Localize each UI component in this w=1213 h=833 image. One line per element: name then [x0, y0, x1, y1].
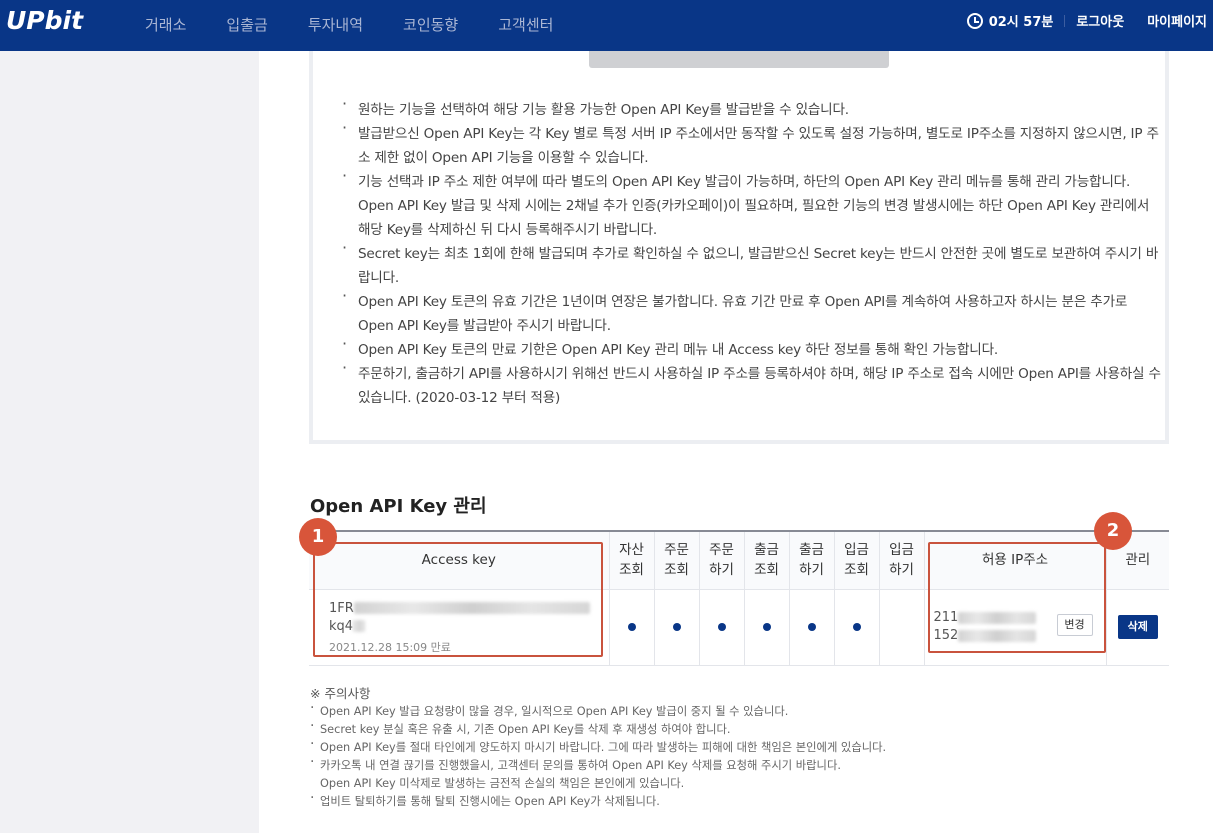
col-withdraw-view-l2: 조회	[754, 562, 779, 579]
logout-link[interactable]: 로그아웃	[1076, 11, 1124, 30]
col-order-do-l1: 주문	[709, 542, 734, 559]
annotation-badge-2: 2	[1094, 512, 1132, 550]
col-deposit-do-l2: 하기	[889, 562, 914, 579]
perm-deposit-do	[878, 589, 924, 666]
enabled-dot-icon	[627, 622, 636, 631]
caution-item: 카카오톡 내 연결 끊기를 진행했을시, 고객센터 문의를 통하여 Open A…	[310, 753, 886, 793]
col-deposit-do: 입금하기	[878, 530, 924, 590]
perm-asset-view	[608, 589, 654, 666]
issue-key-button[interactable]	[589, 51, 889, 68]
caution-title: ※ 주의사항	[310, 686, 371, 701]
col-deposit-do-l1: 입금	[889, 542, 914, 559]
col-asset-view: 자산조회	[608, 530, 654, 590]
caution-item: Open API Key 발급 요청량이 많을 경우, 일시적으로 Open A…	[310, 699, 886, 721]
perm-order-view	[653, 589, 699, 666]
highlight-box-allowed-ip	[928, 542, 1106, 653]
col-order-view-l2: 조회	[664, 562, 689, 579]
header-right: 02시 57분 로그아웃 마이페이지	[966, 0, 1207, 41]
main-nav: 거래소 입출금 투자내역 코인동향 고객센터	[145, 0, 593, 51]
manage-cell: 삭제	[1105, 589, 1169, 666]
notice-list: 원하는 기능을 선택하여 해당 기능 활용 가능한 Open API Key를 …	[342, 92, 1164, 410]
caution-item-continuation: Open API Key 미삭제로 발생하는 금전적 손실의 책임은 본인에게 …	[320, 777, 685, 790]
enabled-dot-icon	[717, 622, 726, 631]
caution-item: Secret key 분실 혹은 유출 시, 기존 Open API Key를 …	[310, 717, 886, 739]
top-navigation-bar: UPbit 거래소 입출금 투자내역 코인동향 고객센터 02시 57분 로그아…	[0, 0, 1213, 51]
col-withdraw-do: 출금하기	[788, 530, 834, 590]
col-withdraw-view-l1: 출금	[754, 542, 779, 559]
notice-item: 주문하기, 출금하기 API를 사용하시기 위해선 반드시 사용하실 IP 주소…	[342, 356, 1164, 410]
perm-withdraw-view	[743, 589, 789, 666]
nav-investments[interactable]: 투자내역	[308, 5, 363, 46]
caution-list: Open API Key 발급 요청량이 많을 경우, 일시적으로 Open A…	[310, 699, 886, 811]
notice-item: 발급받으신 Open API Key는 각 Key 별로 특정 서버 IP 주소…	[342, 116, 1164, 170]
col-withdraw-do-l1: 출금	[799, 542, 824, 559]
perm-withdraw-do	[788, 589, 834, 666]
caution-item: 업비트 탈퇴하기를 통해 탈퇴 진행시에는 Open API Key가 삭제됩니…	[310, 789, 886, 811]
clock-icon	[966, 12, 983, 29]
notice-item: Open API Key 토큰의 만료 기한은 Open API Key 관리 …	[342, 332, 1164, 362]
delete-key-button[interactable]: 삭제	[1117, 615, 1158, 639]
notice-box: 원하는 기능을 선택하여 해당 기능 활용 가능한 Open API Key를 …	[309, 51, 1169, 444]
col-asset-view-l2: 조회	[619, 562, 644, 579]
upbit-logo[interactable]: UPbit	[6, 6, 83, 35]
notice-item: Secret key는 최초 1회에 한해 발급되며 추가로 확인하실 수 없으…	[342, 236, 1164, 290]
nav-coin-trends[interactable]: 코인동향	[403, 5, 458, 46]
divider	[1064, 14, 1066, 27]
session-time: 02시 57분	[988, 15, 1054, 30]
caution-item: Open API Key를 절대 타인에게 양도하지 마시기 바랍니다. 그에 …	[310, 735, 886, 757]
mypage-link[interactable]: 마이페이지	[1147, 11, 1207, 30]
col-withdraw-do-l2: 하기	[799, 562, 824, 579]
perm-order-do	[698, 589, 744, 666]
perm-deposit-view	[833, 589, 879, 666]
col-order-view: 주문조회	[653, 530, 699, 590]
enabled-dot-icon	[762, 622, 771, 631]
nav-exchange[interactable]: 거래소	[145, 5, 186, 46]
enabled-dot-icon	[852, 622, 861, 631]
notice-item: Open API Key 토큰의 유효 기간은 1년이며 연장은 불가합니다. …	[342, 284, 1164, 338]
col-order-do-l2: 하기	[709, 562, 734, 579]
notice-item: 기능 선택과 IP 주소 제한 여부에 따라 별도의 Open API Key …	[342, 164, 1164, 242]
enabled-dot-icon	[672, 622, 681, 631]
col-order-do: 주문하기	[698, 530, 744, 590]
highlight-box-access-key	[313, 542, 603, 657]
notice-item: 원하는 기능을 선택하여 해당 기능 활용 가능한 Open API Key를 …	[342, 92, 1164, 122]
col-deposit-view-l1: 입금	[844, 542, 869, 559]
main-content: 원하는 기능을 선택하여 해당 기능 활용 가능한 Open API Key를 …	[259, 51, 1213, 833]
nav-deposit-withdraw[interactable]: 입출금	[226, 5, 267, 46]
annotation-badge-1: 1	[299, 518, 337, 556]
col-asset-view-l1: 자산	[619, 542, 644, 559]
section-title: Open API Key 관리	[310, 496, 487, 517]
col-deposit-view: 입금조회	[833, 530, 879, 590]
col-order-view-l1: 주문	[664, 542, 689, 559]
col-withdraw-view: 출금조회	[743, 530, 789, 590]
caution-item-text: 카카오톡 내 연결 끊기를 진행했을시, 고객센터 문의를 통하여 Open A…	[320, 759, 841, 772]
col-deposit-view-l2: 조회	[844, 562, 869, 579]
enabled-dot-icon	[807, 622, 816, 631]
nav-customer-center[interactable]: 고객센터	[498, 5, 553, 46]
